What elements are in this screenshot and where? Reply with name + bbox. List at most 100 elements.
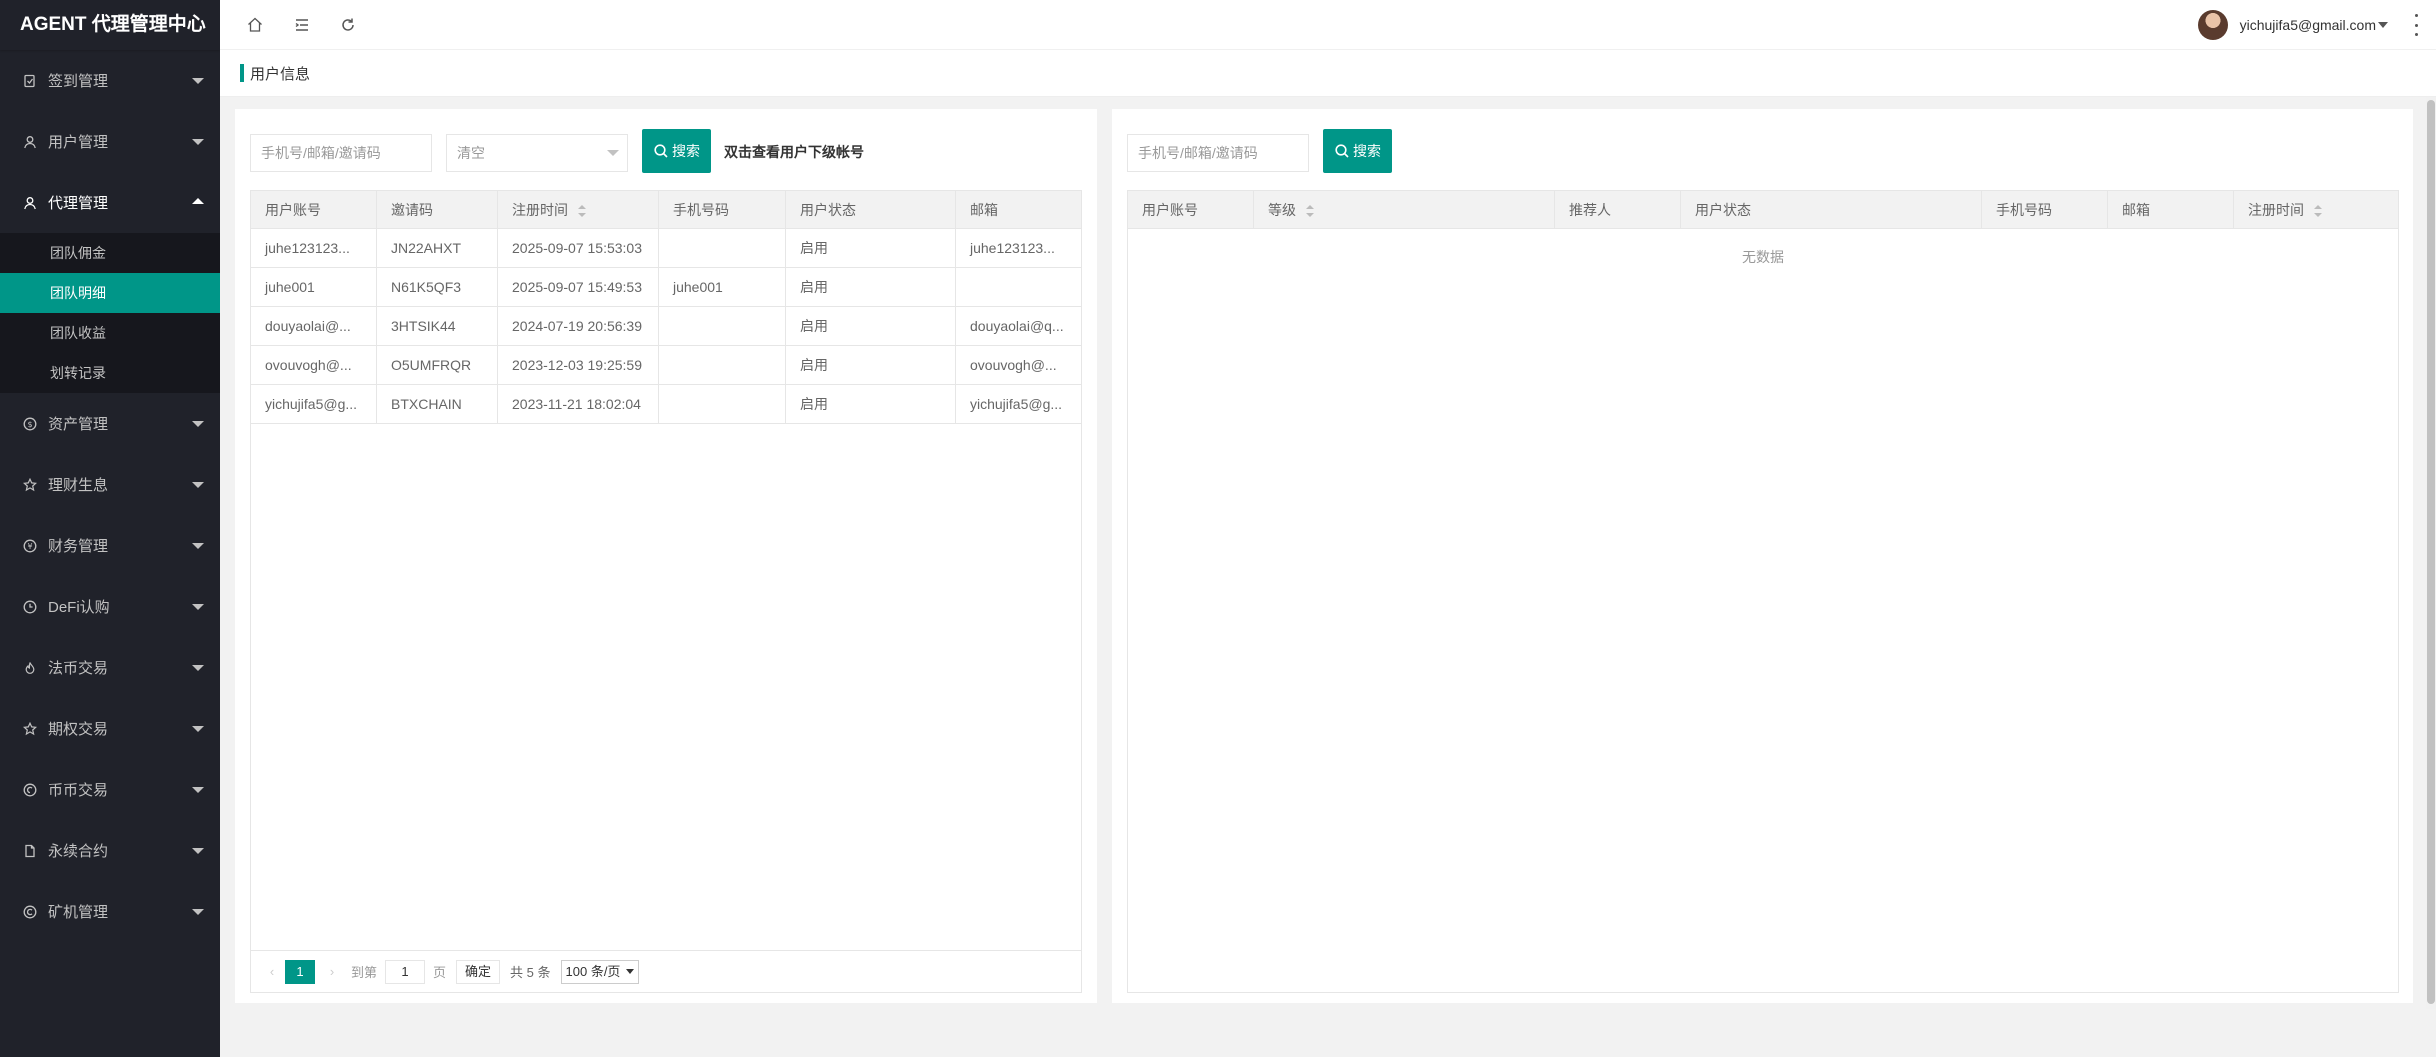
breadcrumb: 用户信息 [220,50,2436,97]
page-current[interactable]: 1 [285,959,315,984]
sidebar-item-perpetual[interactable]: 永续合约 [0,820,220,881]
column-header-level[interactable]: 等级 [1254,191,1555,229]
column-header-label: 邮箱 [970,202,998,218]
menu-collapse-icon[interactable] [289,12,315,38]
chevron-down-icon [626,969,635,974]
sidebar-subitem-team-details[interactable]: 团队明细 [0,273,220,313]
cell-status: 启用 [786,268,956,307]
next-page-icon[interactable]: › [325,964,339,979]
table-row[interactable]: douyaolai@... 3HTSIK44 2024-07-19 20:56:39… [251,307,1081,346]
sub-users-panel: 手机号/邮箱/邀请码 搜索 用户账号 等级 推荐人 用户状态 手机号码 邮箱 注… [1112,109,2413,1003]
column-header-label: 邀请码 [391,202,433,218]
sidebar-item-label: 用户管理 [48,134,109,151]
team-users-panel: 手机号/邮箱/邀请码 清空 搜索 双击查看用户下级帐号 用户账号 邀请码 注册时… [235,109,1097,1003]
app-logo[interactable]: AGENT 代理管理中心 [0,0,220,50]
total-count: 共 5 条 [510,965,551,980]
sidebar-item-defi[interactable]: DeFi认购 [0,576,220,637]
sidebar-item-label: 永续合约 [48,843,109,860]
column-header-account: 用户账号 [251,191,377,229]
table-row[interactable]: yichujifa5@g... BTXCHAIN 2023-11-21 18:02:… [251,385,1081,424]
chevron-down-icon [2378,22,2388,28]
fire-icon [20,658,40,678]
sidebar-subitem-team-commission[interactable]: 团队佣金 [0,233,220,273]
sidebar-item-users[interactable]: 用户管理 [0,111,220,172]
column-header-email: 邮箱 [956,191,1083,229]
sidebar-item-wealth[interactable]: 理财生息 [0,454,220,515]
table-row[interactable]: ovouvogh@... O5UMFRQR 2023-12-03 19:25:59 启… [251,346,1081,385]
column-header-label: 手机号码 [673,202,729,218]
sidebar-item-assets[interactable]: $ 资产管理 [0,393,220,454]
sidebar-item-finance[interactable]: ¥ 财务管理 [0,515,220,576]
user-menu[interactable]: yichujifa5@gmail.com [2197,10,2388,40]
column-header-register-time[interactable]: 注册时间 [498,191,659,229]
sidebar-item-agents[interactable]: 代理管理 [0,172,220,233]
sidebar-item-spot[interactable]: 币币交易 [0,759,220,820]
filter-select[interactable]: 清空 [446,134,628,172]
column-header-register-time[interactable]: 注册时间 [2234,191,2400,229]
cell-account: juhe123123... [251,229,377,268]
sidebar-item-checkin[interactable]: 签到管理 [0,50,220,111]
search-button[interactable]: 搜索 [642,129,711,173]
goto-page-input[interactable]: 1 [385,959,426,984]
chevron-down-icon [192,604,204,610]
column-header-label: 用户状态 [800,202,856,218]
cell-account: douyaolai@... [251,307,377,346]
sidebar-subitem-team-earnings[interactable]: 团队收益 [0,313,220,353]
search-icon [1335,144,1349,158]
cell-status: 启用 [786,385,956,424]
sidebar-item-mining[interactable]: 矿机管理 [0,881,220,942]
column-header-status: 用户状态 [786,191,956,229]
column-header-invite-code: 邀请码 [377,191,498,229]
cell-email: ovouvogh@... [970,357,1057,373]
star-icon [20,719,40,739]
chevron-down-icon [192,665,204,671]
chevron-down-icon [192,482,204,488]
chevron-down-icon [192,139,204,145]
home-icon[interactable] [242,12,268,38]
column-header-phone: 手机号码 [659,191,786,229]
more-vertical-icon[interactable] [2410,14,2422,36]
column-header-label: 邮箱 [2122,202,2150,218]
table-row[interactable]: juhe001 N61K5QF3 2025-09-07 15:49:53 juhe00… [251,268,1081,307]
sort-icon[interactable] [1306,205,1314,218]
sidebar-item-options[interactable]: 期权交易 [0,698,220,759]
refresh-icon[interactable] [335,12,361,38]
cell-phone [659,385,786,424]
column-header-email: 邮箱 [2108,191,2234,229]
chevron-down-icon [192,787,204,793]
column-header-label: 等级 [1268,202,1296,218]
sidebar-item-label: 财务管理 [48,538,109,555]
page-scrollbar-thumb[interactable] [2427,100,2435,1004]
clock-icon [20,597,40,617]
cell-register-time: 2024-07-19 20:56:39 [498,307,659,346]
goto-confirm-button[interactable]: 确定 [456,959,501,984]
sort-icon[interactable] [2314,205,2322,218]
sidebar-item-fiat[interactable]: 法币交易 [0,637,220,698]
user-email: yichujifa5@gmail.com [2239,17,2376,33]
svg-text:¥: ¥ [27,542,32,551]
chevron-down-icon [192,848,204,854]
cell-account: ovouvogh@... [251,346,377,385]
cell-phone [659,307,786,346]
sort-icon[interactable] [578,205,586,218]
page-size-select[interactable]: 100 条/页 [560,959,640,984]
cell-invite-code: O5UMFRQR [377,346,498,385]
search-input[interactable]: 手机号/邮箱/邀请码 [250,134,432,172]
sidebar-item-label: 签到管理 [48,73,109,90]
table-row[interactable]: juhe123123... JN22AHXT 2025-09-07 15:53:03… [251,229,1081,268]
search-button-label: 搜索 [1353,143,1381,159]
cell-email: douyaolai@q... [970,318,1064,334]
search-button-label: 搜索 [672,143,700,159]
search-input[interactable]: 手机号/邮箱/邀请码 [1127,134,1309,172]
cell-phone [659,346,786,385]
column-header-label: 注册时间 [2248,202,2304,218]
pagination: ‹ 1 › 到第 1 页 确定 共 5 条 100 条/页 [251,950,1081,992]
sidebar-subitem-transfer-records[interactable]: 划转记录 [0,353,220,393]
empty-state: 无数据 [1742,249,1784,265]
cell-invite-code: JN22AHXT [377,229,498,268]
sub-users-table: 用户账号 等级 推荐人 用户状态 手机号码 邮箱 注册时间 无数据 [1127,190,2399,993]
cell-invite-code: N61K5QF3 [377,268,498,307]
prev-page-icon[interactable]: ‹ [265,964,279,979]
search-button[interactable]: 搜索 [1323,129,1392,173]
column-header-label: 推荐人 [1569,202,1611,218]
